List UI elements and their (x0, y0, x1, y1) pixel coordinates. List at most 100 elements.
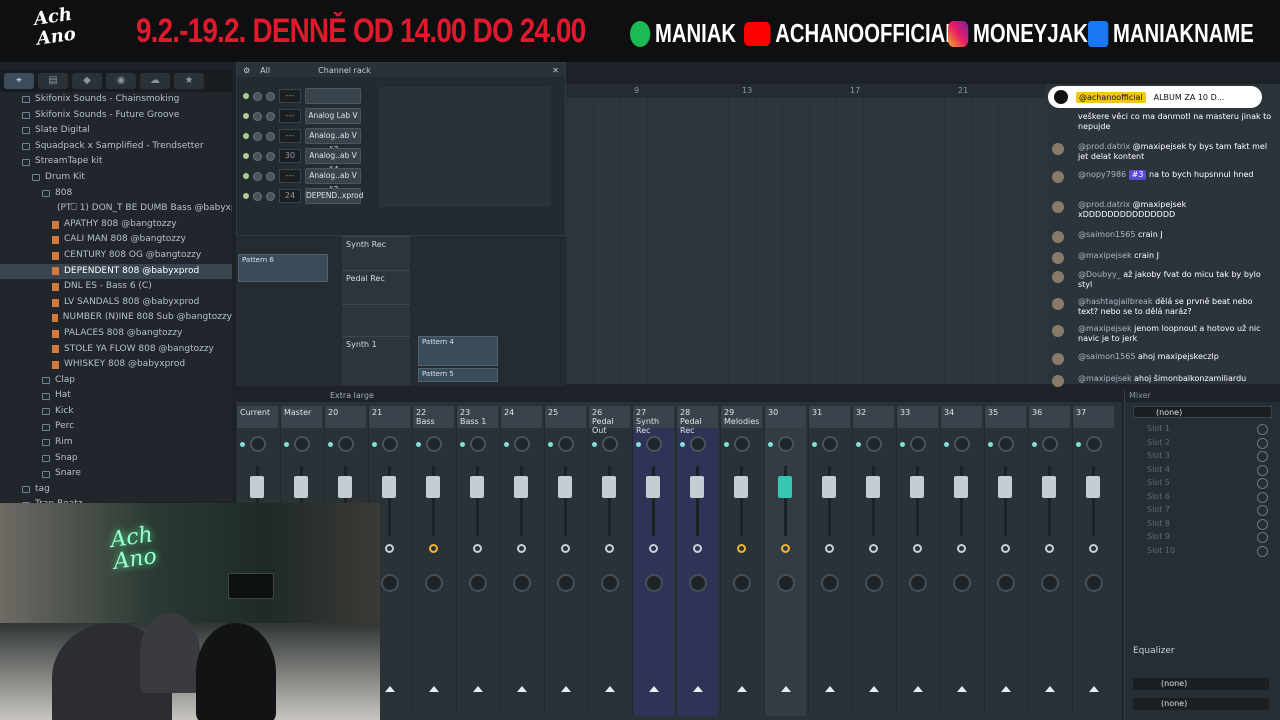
browser-file-item[interactable]: CENTURY 808 OG @bangtozzy (0, 248, 232, 264)
stereo-sep-knob[interactable] (821, 574, 839, 592)
route-toggle[interactable] (913, 544, 922, 553)
strip-header[interactable]: 22 Bass (413, 406, 454, 428)
browser-folder-item[interactable]: Kick (0, 404, 232, 420)
strip-enable-led[interactable] (812, 442, 817, 447)
stereo-sep-knob[interactable] (645, 574, 663, 592)
strip-enable-led[interactable] (900, 442, 905, 447)
volume-fader[interactable] (470, 476, 484, 498)
strip-pan-knob[interactable] (514, 436, 530, 452)
strip-pan-knob[interactable] (558, 436, 574, 452)
mixer-track-number[interactable]: 30 (279, 149, 301, 163)
stereo-sep-knob[interactable] (909, 574, 927, 592)
strip-pan-knob[interactable] (690, 436, 706, 452)
route-toggle[interactable] (429, 544, 438, 553)
stereo-sep-knob[interactable] (997, 574, 1015, 592)
strip-header[interactable]: 24 (501, 406, 542, 428)
strip-pan-knob[interactable] (294, 436, 310, 452)
volume-fader[interactable] (514, 476, 528, 498)
mixer-track-number[interactable]: 24 (279, 189, 301, 203)
output-select-b[interactable]: (none) (1133, 698, 1269, 710)
volume-knob[interactable] (266, 151, 275, 161)
step-sequencer[interactable] (379, 87, 551, 207)
mixer-strip[interactable]: 32 (852, 406, 894, 716)
strip-pan-knob[interactable] (646, 436, 662, 452)
browser-folder-item[interactable]: Snap (0, 451, 232, 467)
channel-name-button[interactable]: Analog..ab V #2 (305, 168, 361, 194)
strip-enable-led[interactable] (460, 442, 465, 447)
strip-pan-knob[interactable] (954, 436, 970, 452)
route-toggle[interactable] (385, 544, 394, 553)
route-toggle[interactable] (1045, 544, 1054, 553)
mixer-strip[interactable]: 23 Bass 1 (456, 406, 498, 716)
stereo-sep-knob[interactable] (513, 574, 531, 592)
browser-file-item[interactable]: NUMBER (N)INE 808 Sub @bangtozzy (0, 310, 232, 326)
strip-header[interactable]: 37 (1073, 406, 1114, 428)
strip-pan-knob[interactable] (470, 436, 486, 452)
channel-row[interactable]: --- Analog..ab V #3 (243, 127, 361, 154)
strip-pan-knob[interactable] (426, 436, 442, 452)
browser-tab-cloud[interactable]: ☁ (140, 73, 170, 89)
mute-led[interactable] (243, 153, 249, 159)
send-arrow-icon[interactable] (869, 686, 879, 692)
strip-pan-knob[interactable] (382, 436, 398, 452)
strip-header[interactable]: Current (237, 406, 278, 428)
send-arrow-icon[interactable] (693, 686, 703, 692)
strip-pan-knob[interactable] (1086, 436, 1102, 452)
send-arrow-icon[interactable] (913, 686, 923, 692)
mixer-strip[interactable]: 36 (1028, 406, 1070, 716)
browser-folder-item[interactable]: Squadpack x Samplified - Trendsetter (0, 139, 232, 155)
browser-folder-item[interactable]: Drum Kit (0, 170, 232, 186)
clip-pattern-4[interactable]: Pattern 4 (418, 336, 498, 366)
effect-slot[interactable]: Slot 1 (1125, 422, 1280, 436)
volume-fader[interactable] (734, 476, 748, 498)
mixer-strip[interactable]: 31 (808, 406, 850, 716)
strip-enable-led[interactable] (944, 442, 949, 447)
route-toggle[interactable] (605, 544, 614, 553)
stereo-sep-knob[interactable] (381, 574, 399, 592)
pan-knob[interactable] (253, 131, 262, 141)
browser-tab-all[interactable]: ⌖ (4, 73, 34, 89)
effect-slot[interactable]: Slot 8 (1125, 517, 1280, 531)
strip-header[interactable]: Master (281, 406, 322, 428)
browser-file-item[interactable]: (PT⎕ 1) DON_T BE DUMB Bass @babyxprod (0, 201, 232, 217)
strip-pan-knob[interactable] (998, 436, 1014, 452)
stereo-sep-knob[interactable] (1041, 574, 1059, 592)
volume-fader[interactable] (602, 476, 616, 498)
volume-fader[interactable] (294, 476, 308, 498)
channel-row[interactable]: 24 DEPEND..xprod (243, 187, 363, 205)
browser-folder-item[interactable]: tag (0, 482, 232, 498)
channel-row[interactable]: --- Analog..ab V #2 (243, 167, 361, 194)
strip-enable-led[interactable] (504, 442, 509, 447)
stereo-sep-knob[interactable] (425, 574, 443, 592)
output-select-a[interactable]: (none) (1133, 678, 1269, 690)
route-toggle[interactable] (1001, 544, 1010, 553)
pan-knob[interactable] (253, 191, 262, 201)
strip-pan-knob[interactable] (250, 436, 266, 452)
browser-folder-item[interactable]: Rim (0, 435, 232, 451)
stereo-sep-knob[interactable] (1085, 574, 1103, 592)
browser-folder-item[interactable]: Clap (0, 373, 232, 389)
volume-fader[interactable] (1042, 476, 1056, 498)
pattern-picker[interactable]: Pattern 6 (238, 254, 328, 282)
browser-folder-item[interactable]: Hat (0, 388, 232, 404)
strip-header[interactable]: 20 (325, 406, 366, 428)
strip-enable-led[interactable] (240, 442, 245, 447)
volume-knob[interactable] (266, 191, 275, 201)
strip-pan-knob[interactable] (910, 436, 926, 452)
mixer-strip[interactable]: 25 (544, 406, 586, 716)
browser-file-item[interactable]: STOLE YA FLOW 808 @bangtozzy (0, 342, 232, 358)
mixer-strip[interactable]: 29 Melodies (720, 406, 762, 716)
insert-preset-select[interactable]: (none) (1133, 406, 1272, 418)
strip-enable-led[interactable] (284, 442, 289, 447)
strip-enable-led[interactable] (1076, 442, 1081, 447)
strip-header[interactable]: 23 Bass 1 (457, 406, 498, 428)
stereo-sep-knob[interactable] (557, 574, 575, 592)
send-arrow-icon[interactable] (825, 686, 835, 692)
playlist-grid[interactable] (566, 84, 1046, 384)
close-icon[interactable]: ✕ (552, 66, 559, 75)
track-empty[interactable] (342, 304, 410, 336)
mixer-strip[interactable]: 28 Pedal Rec (676, 406, 718, 716)
browser-folder-item[interactable]: Slate Digital (0, 123, 232, 139)
strip-header[interactable]: 31 (809, 406, 850, 428)
mute-led[interactable] (243, 173, 249, 179)
